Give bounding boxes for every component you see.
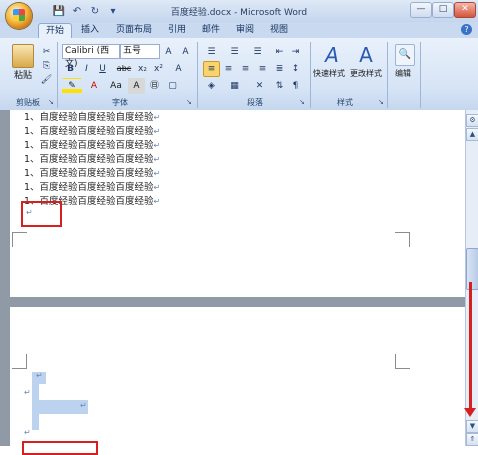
enclose-characters-button[interactable]: ㊐ — [146, 78, 163, 94]
list-item[interactable]: 1、百度经验百度经验百度经验↵ — [24, 125, 160, 139]
borders-icon[interactable]: ▦ — [226, 78, 243, 94]
show-marks-icon[interactable]: ¶ — [287, 78, 304, 94]
list-item[interactable]: 1、百度经验百度经验百度经验↵ — [24, 167, 160, 181]
tab-view[interactable]: 视图 — [266, 23, 292, 37]
underline-button[interactable]: U — [94, 61, 111, 77]
italic-button[interactable]: I — [78, 61, 95, 77]
format-painter-icon[interactable]: 🖌 — [38, 72, 55, 88]
shrink-font-icon[interactable]: A — [177, 44, 194, 60]
minimize-button[interactable]: — — [410, 2, 432, 18]
document-page[interactable] — [10, 307, 465, 446]
scrollbar-thumb[interactable] — [466, 248, 478, 290]
align-right-icon[interactable]: ≡ — [237, 61, 254, 77]
paragraph-mark: ↵ — [80, 401, 87, 410]
group-separator — [197, 42, 198, 108]
paragraph-group-label: 段落 — [247, 98, 263, 107]
maximize-button[interactable]: □ — [432, 2, 454, 18]
styles-group-label: 样式 — [337, 98, 353, 107]
font-color-button[interactable]: A — [84, 78, 104, 94]
page-corner-mark — [12, 354, 27, 369]
font-name-combo[interactable]: Calibri (西文) — [62, 44, 120, 69]
list-item[interactable]: 1、自度经验自度经验自度经验↵ — [24, 111, 160, 125]
page-corner-mark — [395, 232, 410, 247]
align-center-icon[interactable]: ≡ — [220, 61, 237, 77]
shading-icon[interactable]: ◈ — [203, 78, 220, 94]
line-spacing-icon[interactable]: ↕ — [287, 61, 304, 77]
find-icon[interactable]: 🔍 — [395, 44, 415, 66]
font-size-combo[interactable]: 五号 — [120, 44, 160, 59]
tab-page-layout[interactable]: 页面布局 — [110, 23, 158, 37]
sort-icon[interactable]: ⇅ — [271, 78, 288, 94]
group-separator — [387, 42, 388, 108]
help-icon[interactable]: ? — [461, 24, 472, 35]
tab-review[interactable]: 审阅 — [232, 23, 258, 37]
character-shading-button[interactable]: A — [128, 78, 145, 94]
change-styles-label[interactable]: 更改样式 — [350, 68, 382, 79]
tab-home[interactable]: 开始 — [38, 23, 72, 38]
close-button[interactable]: ✕ — [454, 2, 476, 18]
grow-font-icon[interactable]: A — [160, 44, 177, 60]
change-case-button[interactable]: Aa — [106, 78, 126, 94]
quick-styles-label[interactable]: 快速样式 — [313, 68, 345, 79]
clear-formatting-button[interactable]: A — [170, 61, 187, 77]
paragraph-mark: ↵ — [24, 388, 31, 397]
group-separator — [310, 42, 311, 108]
paragraph-mark: ↵ — [26, 208, 33, 217]
office-logo-icon — [13, 9, 25, 21]
tab-mailings[interactable]: 邮件 — [198, 23, 224, 37]
scroll-up-button[interactable]: ▲ — [466, 128, 478, 141]
quick-styles-icon[interactable]: A — [322, 44, 342, 66]
decrease-indent-icon[interactable]: ⇤ — [271, 44, 288, 60]
change-styles-icon[interactable]: A — [356, 44, 376, 66]
highlight-icon[interactable]: ✎ — [62, 78, 82, 94]
bold-button[interactable]: B — [62, 61, 79, 77]
bullets-icon[interactable]: ☰ — [203, 44, 220, 60]
paste-icon[interactable] — [12, 44, 34, 68]
clipboard-launcher-icon[interactable]: ↘ — [48, 98, 56, 106]
tab-references[interactable]: 引用 — [164, 23, 190, 37]
paragraph-launcher-icon[interactable]: ↘ — [299, 98, 307, 106]
list-item[interactable]: 1、百度经验百度经验百度经验↵ — [24, 153, 160, 167]
empty-paragraph-highlight — [22, 441, 98, 455]
subscript-button[interactable]: x₂ — [134, 61, 151, 77]
superscript-button[interactable]: x² — [150, 61, 167, 77]
list-item[interactable]: 1、百度经验百度经验百度经验↵ — [24, 139, 160, 153]
font-group-label: 字体 — [112, 98, 128, 107]
multilevel-list-icon[interactable]: ☰ — [249, 44, 266, 60]
selected-empty-paragraph[interactable] — [32, 414, 39, 430]
red-arrow-head-annotation — [464, 408, 476, 417]
page-corner-mark — [395, 354, 410, 369]
distributed-icon[interactable]: ≣ — [271, 61, 288, 77]
list-item[interactable]: 1、百度经验百度经验百度经验↵ — [24, 181, 160, 195]
styles-launcher-icon[interactable]: ↘ — [378, 98, 386, 106]
red-arrow-annotation — [469, 282, 472, 412]
numbering-icon[interactable]: ☰ — [226, 44, 243, 60]
font-launcher-icon[interactable]: ↘ — [186, 98, 194, 106]
tab-insert[interactable]: 插入 — [76, 23, 104, 37]
paragraph-mark: ↵ — [36, 371, 43, 380]
ruler-toggle-icon[interactable]: ⚙ — [466, 114, 478, 127]
paragraph-mark: ↵ — [24, 428, 31, 437]
increase-indent-icon[interactable]: ⇥ — [287, 44, 304, 60]
strikethrough-button[interactable]: abc — [114, 61, 134, 77]
page-corner-mark — [12, 232, 27, 247]
editing-label[interactable]: 编辑 — [395, 68, 411, 79]
clipboard-group-label: 剪贴板 — [16, 98, 40, 107]
previous-page-button[interactable]: ⇑ — [466, 433, 478, 446]
align-left-icon[interactable]: ≡ — [203, 61, 220, 77]
window-title: 百度经验.docx - Microsoft Word — [170, 8, 308, 18]
justify-icon[interactable]: ≡ — [254, 61, 271, 77]
char-border-icon[interactable]: ▢ — [164, 78, 181, 94]
chinese-layout-icon[interactable]: ✕ — [251, 78, 268, 94]
scroll-down-button[interactable]: ▼ — [466, 420, 478, 433]
group-separator — [57, 42, 58, 108]
group-separator — [420, 42, 421, 108]
office-button[interactable] — [6, 3, 32, 29]
paste-label[interactable]: 粘贴 — [14, 68, 32, 81]
